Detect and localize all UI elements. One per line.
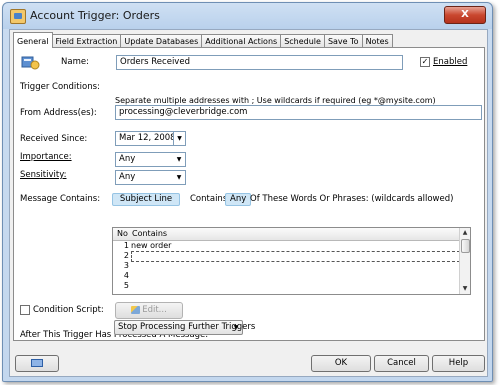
close-button[interactable]: X — [444, 6, 486, 24]
message-contains-label: Message Contains: — [20, 194, 101, 204]
table-row[interactable]: 2 — [113, 251, 460, 262]
tab-schedule[interactable]: Schedule — [280, 34, 325, 48]
grid-column-no: No — [117, 229, 128, 238]
table-row[interactable]: 1 new order — [113, 241, 460, 251]
phrases-text: Of These Words Or Phrases: (wildcards al… — [250, 194, 454, 204]
help-button[interactable]: Help — [432, 355, 485, 372]
chevron-down-icon: ▼ — [177, 135, 182, 142]
subject-line-selector[interactable]: Subject Line — [112, 193, 180, 206]
sensitivity-label: Sensitivity: — [20, 170, 67, 180]
tab-update-databases[interactable]: Update Databases — [120, 34, 203, 48]
any-selector[interactable]: Any — [225, 193, 252, 206]
name-label: Name: — [61, 57, 89, 67]
row-number: 2 — [123, 251, 129, 260]
dialog-window: Account Trigger: Orders X General Field … — [2, 2, 493, 382]
condition-script-checkbox[interactable] — [20, 305, 30, 315]
scroll-down-icon[interactable]: ▼ — [460, 284, 470, 294]
window-icon — [31, 358, 43, 367]
title-bar[interactable]: Account Trigger: Orders X — [3, 3, 492, 29]
grid-header: No Contains — [113, 228, 460, 241]
row-number: 5 — [123, 281, 129, 290]
general-panel: Name: Orders Received ✓ Enabled Trigger … — [13, 47, 485, 341]
table-row[interactable]: 4 — [113, 271, 460, 281]
contains-word: Contains — [190, 194, 228, 204]
received-since-value: Mar 12, 2008 — [119, 133, 176, 143]
condition-script-label: Condition Script: — [33, 305, 104, 315]
edit-icon — [131, 305, 141, 314]
edit-script-button[interactable]: Edit... — [115, 302, 183, 319]
enabled-checkbox[interactable]: ✓ — [420, 57, 430, 67]
importance-label: Importance: — [20, 152, 72, 162]
cancel-button[interactable]: Cancel — [374, 355, 429, 372]
row-text[interactable] — [131, 281, 460, 290]
trigger-conditions-label: Trigger Conditions: — [20, 82, 100, 92]
importance-select[interactable]: Any ▼ — [115, 152, 186, 167]
sensitivity-select[interactable]: Any ▼ — [115, 170, 186, 185]
chevron-down-icon: ▼ — [176, 174, 182, 181]
row-text[interactable] — [131, 271, 460, 280]
dialog-client-area: General Field Extraction Update Database… — [9, 29, 488, 377]
from-address-label: From Address(es): — [20, 108, 97, 118]
grid-column-contains: Contains — [132, 229, 168, 238]
row-number: 1 — [123, 241, 129, 250]
tab-additional-actions[interactable]: Additional Actions — [201, 34, 282, 48]
contains-grid[interactable]: No Contains 1 new order 2 3 4 5 ▲ ▼ — [112, 227, 471, 295]
tab-strip: General Field Extraction Update Database… — [13, 32, 393, 48]
received-since-label: Received Since: — [20, 134, 88, 144]
window-title: Account Trigger: Orders — [30, 9, 160, 22]
tab-general[interactable]: General — [13, 32, 53, 48]
table-row[interactable]: 3 — [113, 261, 460, 271]
enabled-label: Enabled — [433, 57, 468, 67]
tab-field-extraction[interactable]: Field Extraction — [51, 34, 122, 48]
scroll-thumb[interactable] — [461, 239, 470, 253]
grid-scrollbar[interactable]: ▲ ▼ — [459, 228, 470, 294]
received-since-select[interactable]: Mar 12, 2008 — [115, 131, 176, 146]
name-field[interactable]: Orders Received — [116, 55, 403, 70]
chevron-down-icon: ▼ — [176, 156, 182, 163]
tab-save-to[interactable]: Save To — [323, 34, 363, 48]
app-icon — [10, 9, 26, 24]
button-bar: OK Cancel Help — [10, 342, 487, 376]
sensitivity-value: Any — [119, 172, 136, 182]
ok-button[interactable]: OK — [311, 355, 371, 372]
row-text[interactable] — [131, 261, 460, 270]
received-since-dropdown-button[interactable]: ▼ — [173, 131, 186, 146]
edit-button-label: Edit... — [142, 305, 167, 315]
row-number: 3 — [123, 261, 129, 270]
scroll-up-icon[interactable]: ▲ — [460, 228, 470, 238]
tab-notes[interactable]: Notes — [361, 34, 393, 48]
trigger-icon — [21, 56, 40, 70]
after-action-select[interactable]: Stop Processing Further Triggers ▼ — [114, 320, 255, 335]
table-row[interactable]: 5 — [113, 281, 460, 291]
row-number: 4 — [123, 271, 129, 280]
address-hint: Separate multiple addresses with ; Use w… — [115, 96, 436, 105]
from-address-field[interactable]: processing@cleverbridge.com — [115, 105, 482, 120]
window-toggle-button[interactable] — [15, 355, 59, 372]
importance-value: Any — [119, 154, 136, 164]
chevron-down-icon: ▼ — [233, 324, 239, 331]
row-text[interactable]: new order — [131, 241, 460, 250]
